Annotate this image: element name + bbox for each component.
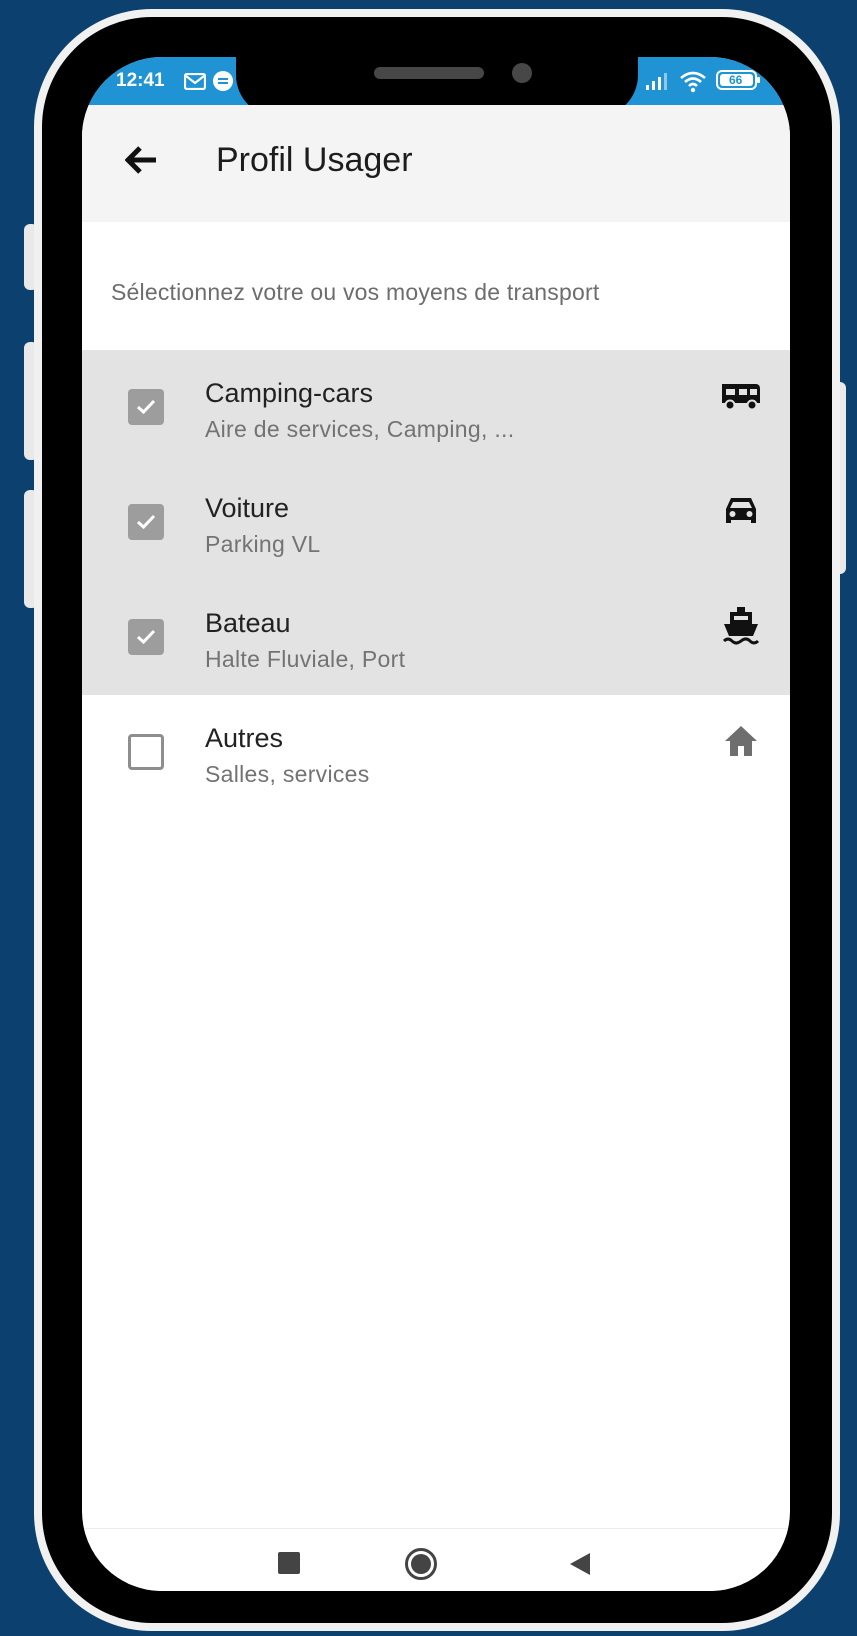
option-title: Camping-cars xyxy=(205,378,374,408)
square-icon xyxy=(278,1552,300,1574)
home-button[interactable] xyxy=(404,1547,438,1586)
checkbox-autres[interactable] xyxy=(128,734,164,770)
checkbox-camping-cars[interactable] xyxy=(128,389,164,425)
arrow-left-icon xyxy=(125,146,156,174)
camper-icon xyxy=(720,376,762,416)
signal-icon xyxy=(644,71,672,96)
home-icon xyxy=(720,721,762,761)
app-bar: Profil Usager xyxy=(82,105,790,222)
car-icon xyxy=(720,491,762,531)
system-nav-bar xyxy=(82,1528,790,1591)
instruction-text: Sélectionnez votre ou vos moyens de tran… xyxy=(111,279,600,305)
speaker-grille xyxy=(374,67,484,79)
page-title: Profil Usager xyxy=(216,141,413,179)
circle-icon xyxy=(405,1548,437,1580)
option-title: Bateau xyxy=(205,608,291,638)
transport-list: Camping-cars Aire de services, Camping, … xyxy=(82,350,790,810)
option-subtitle: Salles, services xyxy=(205,761,370,787)
option-title: Autres xyxy=(205,723,284,753)
checkbox-voiture[interactable] xyxy=(128,504,164,540)
option-subtitle: Parking VL xyxy=(205,531,321,557)
phone-screen: 12:41 66 Profil Usager Sélectionnez votr… xyxy=(82,57,790,1591)
option-subtitle: Aire de services, Camping, ... xyxy=(205,416,515,442)
back-button[interactable] xyxy=(122,141,160,179)
notification-app-icon xyxy=(212,70,234,97)
check-icon xyxy=(136,399,156,415)
wifi-icon xyxy=(678,69,708,98)
status-time: 12:41 xyxy=(116,70,165,91)
checkbox-bateau[interactable] xyxy=(128,619,164,655)
boat-icon xyxy=(720,606,762,646)
battery-level: 66 xyxy=(729,73,743,87)
transport-option-voiture[interactable]: Voiture Parking VL xyxy=(82,465,790,580)
check-icon xyxy=(136,629,156,645)
recents-button[interactable] xyxy=(278,1552,300,1579)
check-icon xyxy=(136,514,156,530)
transport-option-autres[interactable]: Autres Salles, services xyxy=(82,695,790,810)
option-title: Voiture xyxy=(205,493,290,523)
transport-option-bateau[interactable]: Bateau Halte Fluviale, Port xyxy=(82,580,790,695)
option-subtitle: Halte Fluviale, Port xyxy=(205,646,406,672)
back-nav-button[interactable] xyxy=(569,1552,591,1581)
transport-option-camping-cars[interactable]: Camping-cars Aire de services, Camping, … xyxy=(82,350,790,465)
front-camera xyxy=(512,63,532,83)
triangle-back-icon xyxy=(570,1553,590,1575)
mail-icon xyxy=(183,72,207,95)
